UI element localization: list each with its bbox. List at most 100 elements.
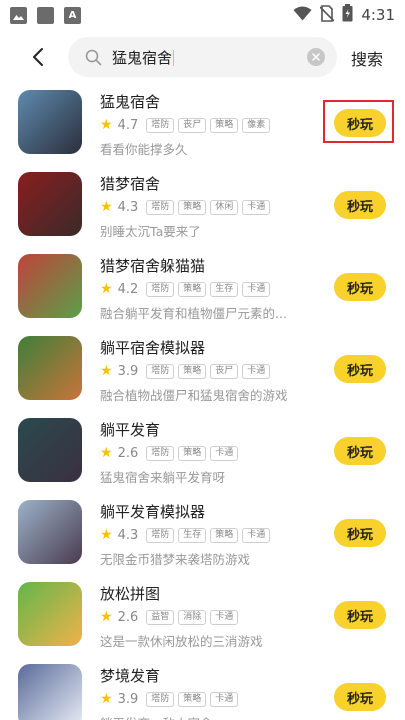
play-now-button[interactable]: 秒玩 bbox=[334, 683, 386, 711]
play-now-button[interactable]: 秒玩 bbox=[334, 437, 386, 465]
game-description: 这是一款休闲放松的三消游戏 bbox=[100, 634, 263, 649]
list-item[interactable]: 躺平发育 ★ 2.6 塔防 策略 卡通 猛鬼宿舍来躺平发育呀 秒玩 bbox=[0, 414, 405, 496]
game-info: 猎梦宿舍 ★ 4.3 塔防 策略 休闲 卡通别睡太沉Ta要来了 bbox=[100, 174, 320, 240]
text-caret bbox=[173, 50, 175, 66]
no-sim-icon bbox=[319, 4, 335, 26]
game-rating: 2.6 bbox=[117, 609, 139, 625]
game-thumbnail[interactable] bbox=[18, 418, 82, 482]
game-info: 猛鬼宿舍 ★ 4.7 塔防 丧尸 策略 像素 看看你能撑多久 bbox=[100, 92, 320, 158]
game-tag: 卡通 bbox=[210, 609, 239, 625]
game-meta: ★ 2.6 益智 消除 卡通 bbox=[100, 609, 320, 625]
list-item[interactable]: 猎梦宿舍躲猫猫 ★ 4.2 塔防 策略 生存 卡通 融合躺平发育和植物僵尸元素的... 秒玩 bbox=[0, 250, 405, 332]
game-thumbnail[interactable] bbox=[18, 254, 82, 318]
game-title[interactable]: 躺平发育 bbox=[100, 420, 320, 440]
play-now-button[interactable]: 秒玩 bbox=[334, 355, 386, 383]
game-thumbnail[interactable] bbox=[18, 90, 82, 154]
game-tag: 卡通 bbox=[242, 527, 271, 543]
game-description: 看看你能撑多久 bbox=[100, 142, 188, 157]
game-title[interactable]: 躺平发育模拟器 bbox=[100, 502, 320, 522]
star-icon: ★ bbox=[100, 609, 113, 625]
game-rating: 2.6 bbox=[117, 445, 139, 461]
game-description: 猛鬼宿舍来躺平发育呀 bbox=[100, 470, 226, 485]
game-tag: 塔防 bbox=[146, 199, 175, 215]
game-tag: 消除 bbox=[178, 609, 207, 625]
search-icon bbox=[85, 49, 102, 65]
play-now-button[interactable]: 秒玩 bbox=[334, 519, 386, 547]
game-title[interactable]: 猎梦宿舍躲猫猫 bbox=[100, 256, 320, 276]
game-meta: ★ 3.9 塔防 策略 卡通 bbox=[100, 691, 320, 707]
game-thumbnail[interactable] bbox=[18, 664, 82, 720]
search-button[interactable]: 搜索 bbox=[351, 46, 383, 70]
game-rating: 4.7 bbox=[117, 117, 139, 133]
star-icon: ★ bbox=[100, 691, 113, 707]
search-query: 猛鬼宿舍 bbox=[112, 48, 173, 67]
star-icon: ★ bbox=[100, 117, 113, 133]
game-thumbnail[interactable] bbox=[18, 336, 82, 400]
game-title[interactable]: 躺平宿舍模拟器 bbox=[100, 338, 320, 358]
game-tag: 策略 bbox=[210, 117, 239, 133]
game-tag: 塔防 bbox=[146, 527, 175, 543]
game-tag: 策略 bbox=[178, 199, 207, 215]
star-icon: ★ bbox=[100, 363, 113, 379]
game-tag: 生存 bbox=[210, 281, 239, 297]
game-tag: 塔防 bbox=[146, 691, 175, 707]
game-meta: ★ 3.9 塔防 策略 丧尸 卡通 bbox=[100, 363, 320, 379]
game-tag: 塔防 bbox=[146, 281, 175, 297]
search-query-wrap: 猛鬼宿舍 bbox=[112, 47, 307, 68]
game-rating: 4.3 bbox=[117, 527, 139, 543]
game-title[interactable]: 放松拼图 bbox=[100, 584, 320, 604]
search-header: 猛鬼宿舍 搜索 bbox=[0, 37, 405, 77]
game-tag: 策略 bbox=[210, 527, 239, 543]
status-time: 4:31 bbox=[361, 6, 395, 24]
game-tag: 休闲 bbox=[210, 199, 239, 215]
game-title[interactable]: 梦境发育 bbox=[100, 666, 320, 686]
play-now-button[interactable]: 秒玩 bbox=[334, 109, 386, 137]
search-input[interactable]: 猛鬼宿舍 bbox=[68, 37, 337, 77]
list-item[interactable]: 躺平宿舍模拟器 ★ 3.9 塔防 策略 丧尸 卡通 融合植物战僵尸和猛鬼宿舍的游戏 秒玩 bbox=[0, 332, 405, 414]
game-tag: 策略 bbox=[178, 691, 207, 707]
game-info: 梦境发育 ★3.9 塔防策略卡通躺平发育，敌人宿舍 bbox=[100, 666, 320, 720]
game-rating: 3.9 bbox=[117, 363, 139, 379]
game-meta: ★ 4.3 塔防 策略 休闲 卡通 bbox=[100, 199, 320, 215]
game-tag: 卡通 bbox=[210, 445, 239, 461]
list-item[interactable]: 猛鬼宿舍 ★ 4.7 塔防 丧尸 策略 像素 看看你能撑多久 秒玩 bbox=[0, 86, 405, 168]
game-title[interactable]: 猎梦宿舍 bbox=[100, 174, 320, 194]
game-tag: 卡通 bbox=[242, 363, 271, 379]
game-tag: 像素 bbox=[242, 117, 271, 133]
play-now-button[interactable]: 秒玩 bbox=[334, 191, 386, 219]
game-tag: 塔防 bbox=[146, 445, 175, 461]
game-tag: 塔防 bbox=[146, 363, 175, 379]
game-description: 别睡太沉Ta要来了 bbox=[100, 224, 201, 239]
game-rating: 4.2 bbox=[117, 281, 139, 297]
game-thumbnail[interactable] bbox=[18, 500, 82, 564]
list-item[interactable]: 放松拼图 ★ 2.6 益智 消除 卡通这是一款休闲放松的三消游戏 秒玩 bbox=[0, 578, 405, 660]
game-description: 融合躺平发育和植物僵尸元素的... bbox=[100, 306, 287, 321]
clear-button[interactable] bbox=[307, 48, 325, 66]
play-now-button[interactable]: 秒玩 bbox=[334, 273, 386, 301]
game-meta: ★ 4.2 塔防 策略 生存 卡通 bbox=[100, 281, 320, 297]
game-rating: 4.3 bbox=[117, 199, 139, 215]
game-info: 放松拼图 ★ 2.6 益智 消除 卡通这是一款休闲放松的三消游戏 bbox=[100, 584, 320, 650]
clear-icon bbox=[312, 53, 320, 61]
list-item[interactable]: 梦境发育 ★3.9 塔防策略卡通躺平发育，敌人宿舍 秒玩 bbox=[0, 660, 405, 720]
game-tag: 生存 bbox=[178, 527, 207, 543]
game-thumbnail[interactable] bbox=[18, 582, 82, 646]
game-tag: 策略 bbox=[178, 281, 207, 297]
star-icon: ★ bbox=[100, 199, 113, 215]
game-info: 躺平发育 ★ 2.6 塔防 策略 卡通 猛鬼宿舍来躺平发育呀 bbox=[100, 420, 320, 486]
game-tag: 卡通 bbox=[242, 199, 271, 215]
wifi-icon bbox=[293, 6, 312, 25]
game-title[interactable]: 猛鬼宿舍 bbox=[100, 92, 320, 112]
play-now-button[interactable]: 秒玩 bbox=[334, 601, 386, 629]
search-results-list: 猛鬼宿舍 ★ 4.7 塔防 丧尸 策略 像素 看看你能撑多久 秒玩 猎梦宿舍 ★ 4.3 塔防 策略 休闲卡… bbox=[0, 86, 405, 720]
game-meta: ★ 4.3 塔防 生存 策略 卡通 bbox=[100, 527, 320, 543]
text-a-icon: A bbox=[64, 6, 81, 24]
list-item[interactable]: 猎梦宿舍 ★ 4.3 塔防 策略 休闲 卡通别睡太沉Ta要来了 秒玩 bbox=[0, 168, 405, 250]
battery-icon bbox=[342, 4, 353, 26]
game-thumbnail[interactable] bbox=[18, 172, 82, 236]
list-item[interactable]: 躺平发育模拟器 ★ 4.3 塔防 生存 策略 卡通 无限金币猎梦来袭塔防游戏 秒玩 bbox=[0, 496, 405, 578]
back-button[interactable] bbox=[18, 37, 58, 77]
game-tag: 益智 bbox=[146, 609, 175, 625]
game-info: 躺平发育模拟器 ★ 4.3 塔防 生存 策略 卡通 无限金币猎梦来袭塔防游戏 bbox=[100, 502, 320, 568]
game-tag: 丧尸 bbox=[178, 117, 207, 133]
